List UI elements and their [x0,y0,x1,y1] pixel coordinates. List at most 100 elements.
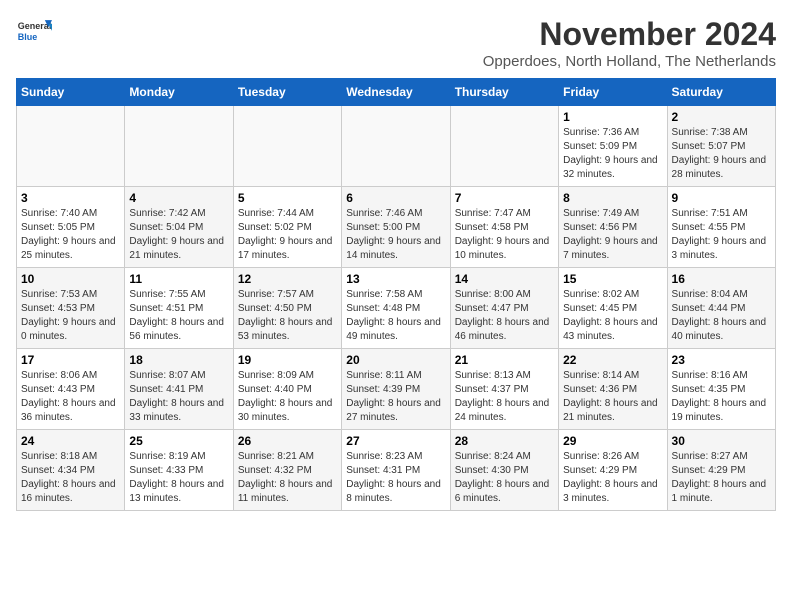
calendar-cell: 18Sunrise: 8:07 AM Sunset: 4:41 PM Dayli… [125,349,233,430]
day-info: Sunrise: 7:55 AM Sunset: 4:51 PM Dayligh… [129,288,228,344]
day-number: 15 [563,272,662,286]
weekday-header-thursday: Thursday [450,79,558,106]
weekday-header-friday: Friday [559,79,667,106]
day-number: 16 [672,272,771,286]
day-info: Sunrise: 8:21 AM Sunset: 4:32 PM Dayligh… [238,450,337,506]
svg-text:Blue: Blue [18,32,38,42]
day-info: Sunrise: 8:06 AM Sunset: 4:43 PM Dayligh… [21,369,120,425]
day-number: 12 [238,272,337,286]
weekday-header-monday: Monday [125,79,233,106]
logo: General Blue [16,16,52,44]
day-number: 30 [672,434,771,448]
day-info: Sunrise: 8:26 AM Sunset: 4:29 PM Dayligh… [563,450,662,506]
calendar-cell: 15 Sunrise: 8:02 AM Sunset: 4:45 PM Dayli… [559,268,667,349]
day-info: Sunrise: 8:02 AM Sunset: 4:45 PM Dayligh… [563,288,662,344]
calendar-cell: 2 Sunrise: 7:38 AM Sunset: 5:07 PM Daylig… [667,106,775,187]
day-info: Sunrise: 7:42 AM Sunset: 5:04 PM Dayligh… [129,207,228,263]
day-info: Sunrise: 7:36 AM Sunset: 5:09 PM Dayligh… [563,126,662,182]
day-number: 9 [672,191,771,205]
calendar-cell: 20 Sunrise: 8:11 AM Sunset: 4:39 PM Dayli… [342,349,450,430]
header: General Blue November 2024 Opperdoes, No… [16,16,776,70]
calendar-cell: 9 Sunrise: 7:51 AM Sunset: 4:55 PM Daylig… [667,187,775,268]
day-info: Sunrise: 7:49 AM Sunset: 4:56 PM Dayligh… [563,207,662,263]
calendar-week-row: 17 Sunrise: 8:06 AM Sunset: 4:43 PM Dayli… [17,349,776,430]
calendar-cell: 10 Sunrise: 7:53 AM Sunset: 4:53 PM Dayli… [17,268,125,349]
calendar-cell: 21 Sunrise: 8:13 AM Sunset: 4:37 PM Dayli… [450,349,558,430]
calendar-cell: 29 Sunrise: 8:26 AM Sunset: 4:29 PM Dayli… [559,430,667,511]
day-info: Sunrise: 7:58 AM Sunset: 4:48 PM Dayligh… [346,288,445,344]
calendar-cell: 5Sunrise: 7:44 AM Sunset: 5:02 PM Daylig… [233,187,341,268]
day-info: Sunrise: 8:19 AM Sunset: 4:33 PM Dayligh… [129,450,228,506]
calendar-cell: 7Sunrise: 7:47 AM Sunset: 4:58 PM Daylig… [450,187,558,268]
calendar-cell: 1 Sunrise: 7:36 AM Sunset: 5:09 PM Daylig… [559,106,667,187]
day-info: Sunrise: 8:18 AM Sunset: 4:34 PM Dayligh… [21,450,120,506]
calendar-cell: 19 Sunrise: 8:09 AM Sunset: 4:40 PM Dayli… [233,349,341,430]
calendar-cell: 23 Sunrise: 8:16 AM Sunset: 4:35 PM Dayli… [667,349,775,430]
day-number: 28 [455,434,554,448]
day-info: Sunrise: 8:04 AM Sunset: 4:44 PM Dayligh… [672,288,771,344]
weekday-header-saturday: Saturday [667,79,775,106]
day-number: 5 [238,191,337,205]
day-info: Sunrise: 8:27 AM Sunset: 4:29 PM Dayligh… [672,450,771,506]
calendar-cell: 22 Sunrise: 8:14 AM Sunset: 4:36 PM Dayli… [559,349,667,430]
calendar-header-row: SundayMondayTuesdayWednesdayThursdayFrid… [17,79,776,106]
day-number: 10 [21,272,120,286]
day-number: 6 [346,191,445,205]
calendar-cell: 17 Sunrise: 8:06 AM Sunset: 4:43 PM Dayli… [17,349,125,430]
calendar-cell [125,106,233,187]
calendar-cell: 8 Sunrise: 7:49 AM Sunset: 4:56 PM Daylig… [559,187,667,268]
calendar-cell [233,106,341,187]
day-number: 17 [21,353,120,367]
calendar-cell [450,106,558,187]
day-info: Sunrise: 8:24 AM Sunset: 4:30 PM Dayligh… [455,450,554,506]
calendar-cell: 24 Sunrise: 8:18 AM Sunset: 4:34 PM Dayli… [17,430,125,511]
day-number: 24 [21,434,120,448]
day-number: 3 [21,191,120,205]
day-info: Sunrise: 8:13 AM Sunset: 4:37 PM Dayligh… [455,369,554,425]
calendar-cell: 12 Sunrise: 7:57 AM Sunset: 4:50 PM Dayli… [233,268,341,349]
calendar-cell [342,106,450,187]
day-info: Sunrise: 7:51 AM Sunset: 4:55 PM Dayligh… [672,207,771,263]
day-info: Sunrise: 8:11 AM Sunset: 4:39 PM Dayligh… [346,369,445,425]
calendar-cell: 16 Sunrise: 8:04 AM Sunset: 4:44 PM Dayli… [667,268,775,349]
day-info: Sunrise: 7:46 AM Sunset: 5:00 PM Dayligh… [346,207,445,263]
day-info: Sunrise: 7:57 AM Sunset: 4:50 PM Dayligh… [238,288,337,344]
day-number: 19 [238,353,337,367]
day-number: 8 [563,191,662,205]
weekday-header-wednesday: Wednesday [342,79,450,106]
day-info: Sunrise: 8:09 AM Sunset: 4:40 PM Dayligh… [238,369,337,425]
calendar-week-row: 3 Sunrise: 7:40 AM Sunset: 5:05 PM Daylig… [17,187,776,268]
day-info: Sunrise: 8:14 AM Sunset: 4:36 PM Dayligh… [563,369,662,425]
day-number: 22 [563,353,662,367]
calendar-table: SundayMondayTuesdayWednesdayThursdayFrid… [16,78,776,511]
day-info: Sunrise: 7:38 AM Sunset: 5:07 PM Dayligh… [672,126,771,182]
day-number: 21 [455,353,554,367]
day-info: Sunrise: 7:40 AM Sunset: 5:05 PM Dayligh… [21,207,120,263]
day-number: 2 [672,110,771,124]
calendar-cell [17,106,125,187]
day-number: 23 [672,353,771,367]
location-subtitle: Opperdoes, North Holland, The Netherland… [483,53,776,70]
calendar-cell: 11 Sunrise: 7:55 AM Sunset: 4:51 PM Dayli… [125,268,233,349]
day-info: Sunrise: 8:16 AM Sunset: 4:35 PM Dayligh… [672,369,771,425]
title-area: November 2024 Opperdoes, North Holland, … [483,16,776,70]
calendar-cell: 30 Sunrise: 8:27 AM Sunset: 4:29 PM Dayli… [667,430,775,511]
calendar-cell: 28 Sunrise: 8:24 AM Sunset: 4:30 PM Dayli… [450,430,558,511]
calendar-week-row: 24 Sunrise: 8:18 AM Sunset: 4:34 PM Dayli… [17,430,776,511]
day-number: 14 [455,272,554,286]
day-number: 11 [129,272,228,286]
day-number: 4 [129,191,228,205]
day-number: 1 [563,110,662,124]
day-info: Sunrise: 7:53 AM Sunset: 4:53 PM Dayligh… [21,288,120,344]
day-info: Sunrise: 7:47 AM Sunset: 4:58 PM Dayligh… [455,207,554,263]
calendar-cell: 13Sunrise: 7:58 AM Sunset: 4:48 PM Dayli… [342,268,450,349]
calendar-cell: 6 Sunrise: 7:46 AM Sunset: 5:00 PM Daylig… [342,187,450,268]
calendar-cell: 4 Sunrise: 7:42 AM Sunset: 5:04 PM Daylig… [125,187,233,268]
day-info: Sunrise: 8:07 AM Sunset: 4:41 PM Dayligh… [129,369,228,425]
calendar-cell: 25Sunrise: 8:19 AM Sunset: 4:33 PM Dayli… [125,430,233,511]
calendar-cell: 26Sunrise: 8:21 AM Sunset: 4:32 PM Dayli… [233,430,341,511]
calendar-cell: 3 Sunrise: 7:40 AM Sunset: 5:05 PM Daylig… [17,187,125,268]
day-number: 29 [563,434,662,448]
day-number: 20 [346,353,445,367]
calendar-week-row: 10 Sunrise: 7:53 AM Sunset: 4:53 PM Dayli… [17,268,776,349]
